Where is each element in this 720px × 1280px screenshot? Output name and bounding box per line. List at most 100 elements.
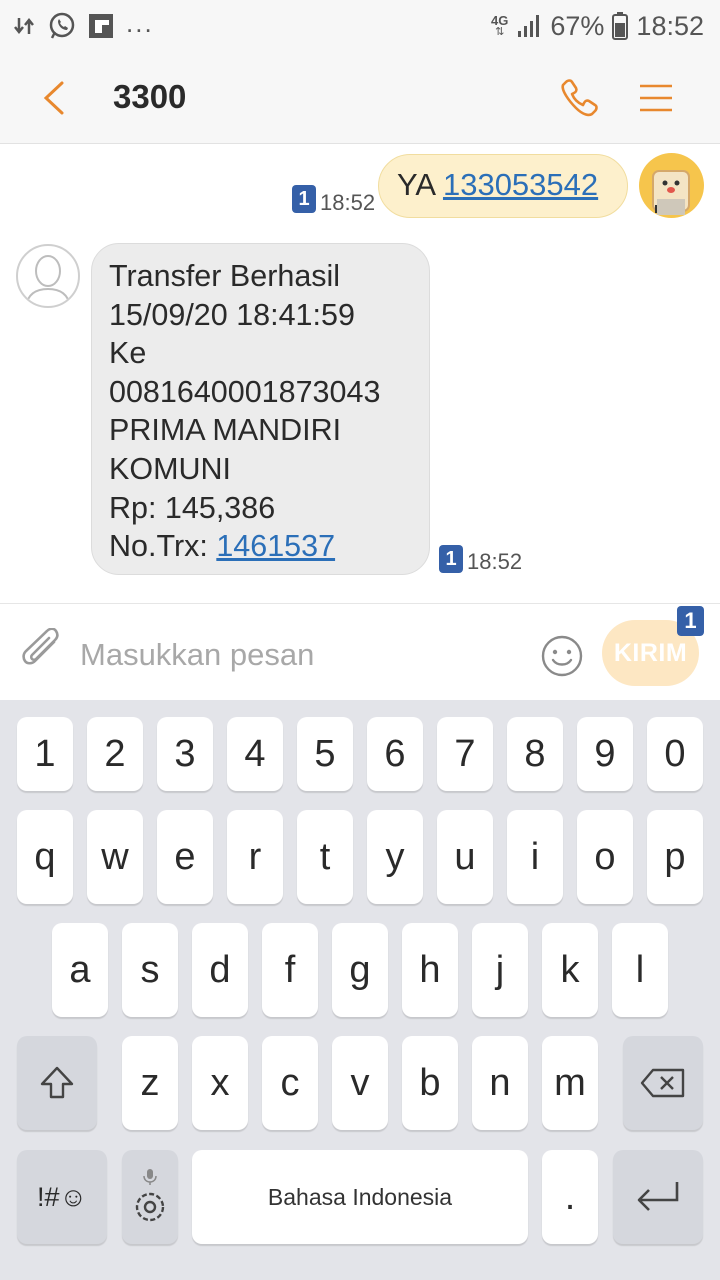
key-j[interactable]: j	[472, 923, 528, 1017]
message-line: PRIMA MANDIRI	[109, 413, 342, 448]
contact-title: 3300	[113, 78, 187, 115]
message-input[interactable]	[80, 632, 520, 678]
key-5[interactable]: 5	[297, 717, 353, 791]
signal-icon	[516, 13, 542, 39]
received-message-bubble[interactable]: Transfer Berhasil 15/09/20 18:41:59 Ke 0…	[91, 243, 430, 575]
received-message-text: Transfer Berhasil 15/09/20 18:41:59 Ke 0…	[109, 257, 380, 566]
key-1[interactable]: 1	[17, 717, 73, 791]
key-o[interactable]: o	[577, 810, 633, 904]
notification-icons: ...	[14, 7, 154, 42]
person-icon	[25, 255, 71, 306]
attach-button[interactable]	[20, 627, 66, 676]
key-0[interactable]: 0	[647, 717, 703, 791]
message-line: No.Trx: 1461537	[109, 527, 380, 566]
settings-key[interactable]	[122, 1150, 178, 1244]
message-line: Rp: 145,386	[109, 490, 276, 525]
key-4[interactable]: 4	[227, 717, 283, 791]
key-period[interactable]: .	[542, 1150, 598, 1244]
key-s[interactable]: s	[122, 923, 178, 1017]
call-button[interactable]	[556, 74, 604, 122]
key-i[interactable]: i	[507, 810, 563, 904]
network-indicator: 4G ⇅	[491, 14, 508, 38]
key-3[interactable]: 3	[157, 717, 213, 791]
key-q[interactable]: q	[17, 810, 73, 904]
my-avatar[interactable]	[639, 153, 704, 218]
paperclip-icon	[22, 627, 59, 665]
smiley-icon	[541, 635, 583, 677]
key-e[interactable]: e	[157, 810, 213, 904]
status-bar: ... 4G ⇅ 67% 18:52	[0, 0, 720, 52]
menu-button[interactable]	[636, 78, 676, 118]
message-line: 0081640001873043	[109, 374, 381, 409]
message-line: KOMUNI	[109, 451, 231, 486]
gear-icon	[135, 1169, 165, 1222]
system-status: 4G ⇅ 67% 18:52	[491, 8, 704, 44]
key-8[interactable]: 8	[507, 717, 563, 791]
trx-link[interactable]: 1461537	[216, 529, 335, 563]
key-w[interactable]: w	[87, 810, 143, 904]
sim-badge: 1	[677, 606, 704, 636]
key-n[interactable]: n	[472, 1036, 528, 1130]
key-u[interactable]: u	[437, 810, 493, 904]
shift-key[interactable]	[17, 1036, 97, 1130]
message-line: Ke	[109, 336, 147, 371]
symbols-key[interactable]: !#☺	[17, 1150, 107, 1244]
sent-message-prefix: YA	[397, 167, 435, 202]
more-notifications: ...	[126, 7, 154, 38]
backspace-key[interactable]	[623, 1036, 703, 1130]
shift-arrow-icon	[40, 1066, 74, 1099]
key-b[interactable]: b	[402, 1036, 458, 1130]
message-line: Transfer Berhasil	[109, 259, 341, 293]
data-transfer-icon	[14, 15, 36, 37]
conversation-header: 3300	[0, 52, 720, 144]
sent-message-bubble[interactable]: YA 133053542	[378, 154, 628, 218]
clock: 18:52	[636, 10, 704, 41]
key-6[interactable]: 6	[367, 717, 423, 791]
emoji-button[interactable]	[540, 634, 584, 678]
compose-bar: KIRIM	[0, 603, 720, 700]
message-time: 18:52	[320, 190, 376, 215]
key-c[interactable]: c	[262, 1036, 318, 1130]
key-p[interactable]: p	[647, 810, 703, 904]
toast-character-icon	[652, 170, 690, 215]
sim-badge: 1	[292, 185, 316, 213]
key-a[interactable]: a	[52, 923, 108, 1017]
sent-message-text: YA 133053542	[397, 167, 598, 203]
sent-message-link[interactable]: 133053542	[443, 167, 598, 202]
key-r[interactable]: r	[227, 810, 283, 904]
back-button[interactable]	[34, 76, 78, 120]
key-k[interactable]: k	[542, 923, 598, 1017]
key-h[interactable]: h	[402, 923, 458, 1017]
message-list[interactable]: 1 18:52 YA 133053542 Transfer Berhasil 1…	[0, 145, 720, 603]
key-2[interactable]: 2	[87, 717, 143, 791]
key-x[interactable]: x	[192, 1036, 248, 1130]
key-f[interactable]: f	[262, 923, 318, 1017]
phone-icon	[561, 79, 598, 117]
key-y[interactable]: y	[367, 810, 423, 904]
trx-label: No.Trx:	[109, 529, 208, 564]
battery-percent: 67%	[550, 10, 605, 41]
sim-badge: 1	[439, 545, 463, 573]
key-t[interactable]: t	[297, 810, 353, 904]
key-m[interactable]: m	[542, 1036, 598, 1130]
key-7[interactable]: 7	[437, 717, 493, 791]
keyboard: 1 2 3 4 5 6 7 8 9 0 q w e r t y u i o p …	[0, 700, 720, 1280]
enter-key[interactable]	[613, 1150, 703, 1244]
message-line: 15/09/20 18:41:59	[109, 297, 355, 332]
key-z[interactable]: z	[122, 1036, 178, 1130]
battery-icon	[612, 12, 629, 40]
contact-avatar[interactable]	[16, 244, 80, 308]
data-arrows-icon: ⇅	[495, 26, 505, 38]
enter-icon	[637, 1182, 679, 1211]
menu-icon	[640, 84, 672, 112]
key-d[interactable]: d	[192, 923, 248, 1017]
whatsapp-icon	[48, 12, 76, 40]
key-g[interactable]: g	[332, 923, 388, 1017]
key-v[interactable]: v	[332, 1036, 388, 1130]
key-l[interactable]: l	[612, 923, 668, 1017]
key-9[interactable]: 9	[577, 717, 633, 791]
message-time: 18:52	[467, 549, 523, 574]
backspace-icon	[640, 1068, 685, 1098]
space-key[interactable]: Bahasa Indonesia	[192, 1150, 528, 1244]
back-arrow-icon	[43, 81, 64, 115]
